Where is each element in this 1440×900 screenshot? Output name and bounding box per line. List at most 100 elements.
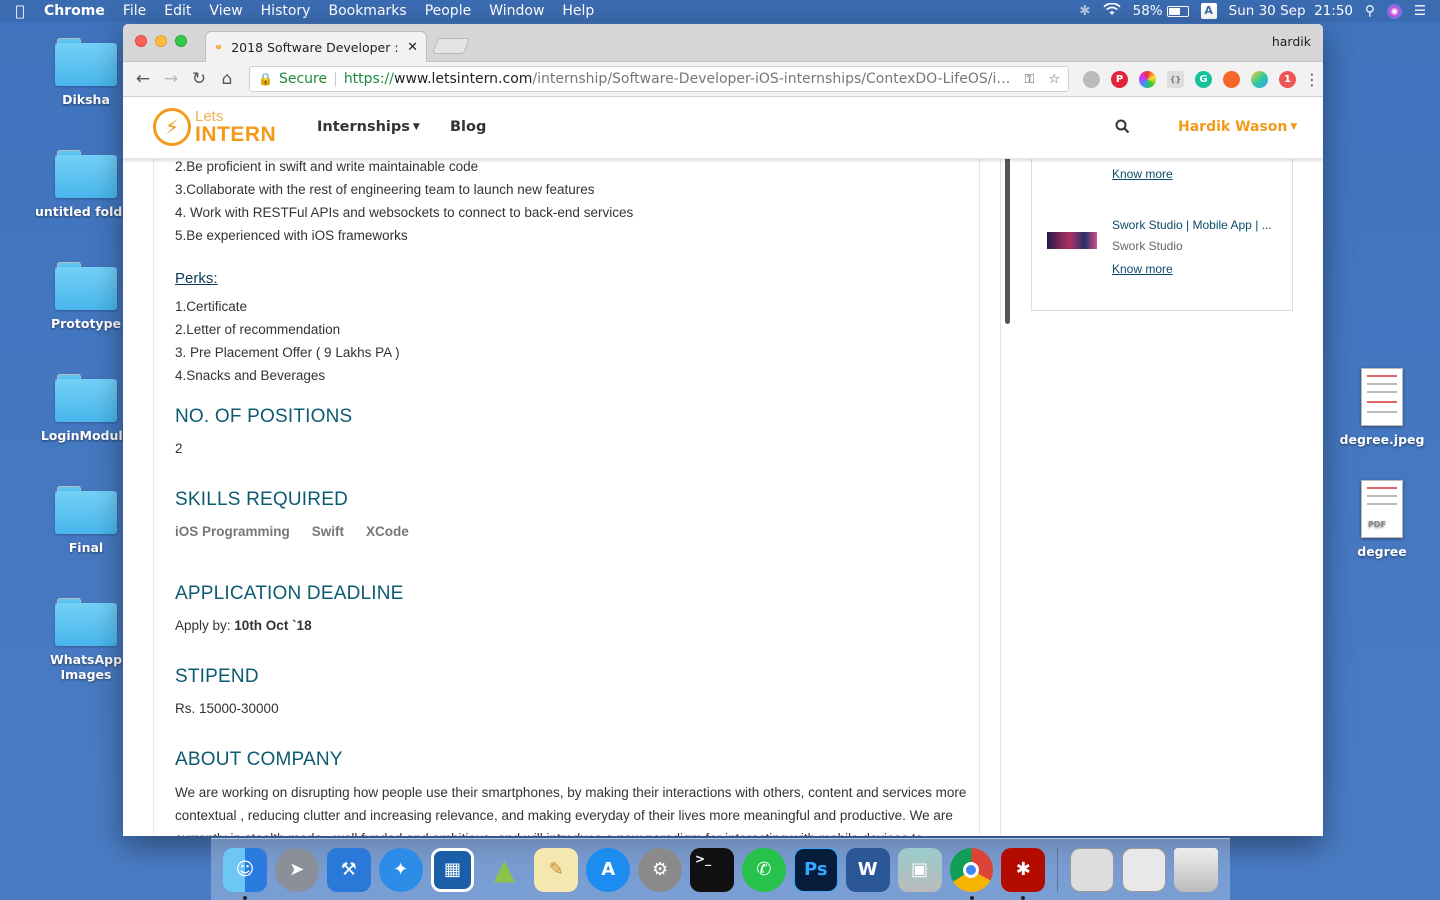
menu-app-chrome[interactable]: Chrome (40, 0, 114, 22)
sidebar-divider (1000, 97, 1001, 836)
browser-tab-active[interactable]: ⚭ 2018 Software Developer : iOS ✕ (205, 31, 427, 62)
folder-icon (55, 150, 117, 198)
grammarly-extension-icon[interactable]: G (1195, 70, 1212, 88)
pdf-file-icon: PDF (1361, 480, 1403, 538)
responsibility-item: 4. Work with RESTFul APIs and websockets… (175, 205, 634, 220)
notification-extension-icon[interactable]: 1 (1279, 70, 1296, 88)
word-icon[interactable]: W (845, 847, 890, 892)
battery-indicator[interactable]: 58% (1133, 3, 1189, 19)
positions-value: 2 (175, 441, 183, 456)
wifi-icon[interactable] (1102, 2, 1121, 20)
letsintern-logo[interactable]: ⚡ Lets INTERN (153, 108, 276, 146)
new-tab-button[interactable] (432, 38, 470, 54)
folder-icon (55, 262, 117, 310)
siri-icon[interactable] (1386, 3, 1402, 19)
sourcetree-icon[interactable]: ▦ (430, 847, 475, 892)
drive-extension-icon[interactable] (1083, 70, 1100, 88)
pages-icon[interactable]: ✎ (534, 847, 579, 892)
spotlight-icon[interactable]: ⚲ (1365, 3, 1375, 19)
dock-separator (1057, 847, 1059, 892)
terminal-icon[interactable]: >_ (690, 847, 734, 892)
menu-help[interactable]: Help (553, 0, 603, 22)
close-window-button[interactable] (135, 35, 147, 47)
key-icon[interactable]: ⚿ (1024, 72, 1034, 87)
folder-icon (55, 38, 117, 86)
nav-blog[interactable]: Blog (450, 119, 486, 135)
forward-button[interactable]: → (157, 69, 185, 89)
window-controls (135, 35, 187, 47)
status-area: ✱ 58% A Sun 30 Sep 21:50 ⚲ ☰ (1079, 0, 1426, 22)
input-source-icon[interactable]: A (1200, 3, 1217, 19)
safari-icon[interactable]: ✦ (378, 847, 423, 892)
desktop-icon-label: LoginModule (40, 428, 132, 443)
xcode-icon[interactable]: ⚒ (326, 847, 371, 892)
trash-icon[interactable] (1174, 847, 1218, 892)
folder-icon (55, 486, 117, 534)
minimize-window-button[interactable] (155, 35, 167, 47)
user-name: Hardik Wason (1178, 119, 1288, 135)
address-bar[interactable]: 🔒 Secure | https:// www.letsintern.com /… (249, 66, 1069, 92)
skills-list: iOS Programming Swift XCode (175, 524, 409, 539)
clock[interactable]: Sun 30 Sep 21:50 (1229, 3, 1353, 19)
know-more-link[interactable]: Know more (1112, 262, 1173, 276)
apple-icon[interactable]:  (0, 2, 40, 20)
reload-button[interactable]: ↻ (185, 69, 213, 89)
menu-file[interactable]: File (114, 0, 155, 22)
deadline-heading: APPLICATION DEADLINE (175, 583, 404, 604)
preview-icon[interactable]: ▣ (897, 847, 942, 892)
acrobat-icon[interactable]: ✱ (1001, 847, 1046, 900)
desktop-icon-label: degree.jpeg (1339, 432, 1425, 447)
photoshop-icon[interactable]: Ps (793, 847, 838, 892)
pinterest-extension-icon[interactable]: P (1111, 70, 1128, 88)
menu-view[interactable]: View (200, 0, 251, 22)
color-picker-extension-icon[interactable] (1139, 70, 1156, 88)
battery-icon (1166, 5, 1189, 17)
menubar-menu: Chrome File Edit View History Bookmarks … (40, 0, 603, 22)
whatsapp-icon[interactable]: ✆ (741, 847, 786, 892)
secure-label: Secure (278, 71, 328, 87)
menu-bookmarks[interactable]: Bookmarks (319, 0, 415, 22)
recent-document-icon[interactable] (1070, 847, 1115, 892)
page-viewport: ⚡ Lets INTERN Internships ▼ Blog Hardik W… (123, 97, 1323, 836)
recent-document-icon[interactable] (1122, 847, 1167, 892)
finder-icon[interactable]: ☺ (223, 847, 267, 900)
android-studio-icon[interactable]: ▲ (482, 848, 526, 892)
pencil-extension-icon[interactable] (1251, 70, 1268, 88)
json-extension-icon[interactable]: {} (1167, 70, 1184, 88)
company-name: Swork Studio (1112, 239, 1183, 253)
image-file-icon (1361, 368, 1403, 426)
desktop-file-degree-pdf[interactable]: PDF degree (1327, 480, 1437, 559)
home-button[interactable]: ⌂ (213, 69, 241, 89)
back-button[interactable]: ← (129, 69, 157, 89)
system-preferences-icon[interactable]: ⚙ (638, 847, 683, 892)
user-menu[interactable]: Hardik Wason ▼ (1178, 119, 1297, 135)
menu-window[interactable]: Window (480, 0, 553, 22)
profile-name[interactable]: hardik (1272, 34, 1311, 49)
bookmark-star-icon[interactable]: ☆ (1048, 72, 1060, 87)
menu-people[interactable]: People (416, 0, 481, 22)
skill-tag: XCode (366, 524, 409, 539)
menu-edit[interactable]: Edit (155, 0, 200, 22)
internship-title-link[interactable]: Swork Studio | Mobile App | ... (1112, 218, 1272, 232)
zoom-window-button[interactable] (175, 35, 187, 47)
omnibox-actions: ⚿ ☆ (1014, 72, 1060, 87)
chrome-icon[interactable] (949, 847, 994, 900)
nav-internships[interactable]: Internships ▼ (317, 119, 420, 135)
fire-extension-icon[interactable] (1223, 70, 1240, 88)
close-tab-icon[interactable]: ✕ (407, 40, 418, 55)
notification-center-icon[interactable]: ☰ (1414, 3, 1426, 19)
company-thumbnail[interactable] (1047, 232, 1097, 249)
deadline-prefix: Apply by: (175, 618, 231, 633)
caret-down-icon: ▼ (412, 122, 420, 132)
launchpad-icon[interactable]: ➤ (274, 847, 319, 892)
pdf-badge: PDF (1368, 520, 1386, 529)
desktop-icon-label: Prototype (50, 316, 122, 331)
desktop-file-degree-jpeg[interactable]: degree.jpeg (1327, 368, 1437, 447)
menu-history[interactable]: History (252, 0, 320, 22)
know-more-link[interactable]: Know more (1112, 167, 1173, 181)
chrome-menu-icon[interactable]: ⋮ (1304, 70, 1320, 89)
url-path: /internship/Software-Developer-iOS-inter… (532, 71, 1015, 87)
search-icon[interactable] (1115, 119, 1130, 138)
bluetooth-icon[interactable]: ✱ (1079, 3, 1090, 19)
app-store-icon[interactable]: A (586, 847, 631, 892)
